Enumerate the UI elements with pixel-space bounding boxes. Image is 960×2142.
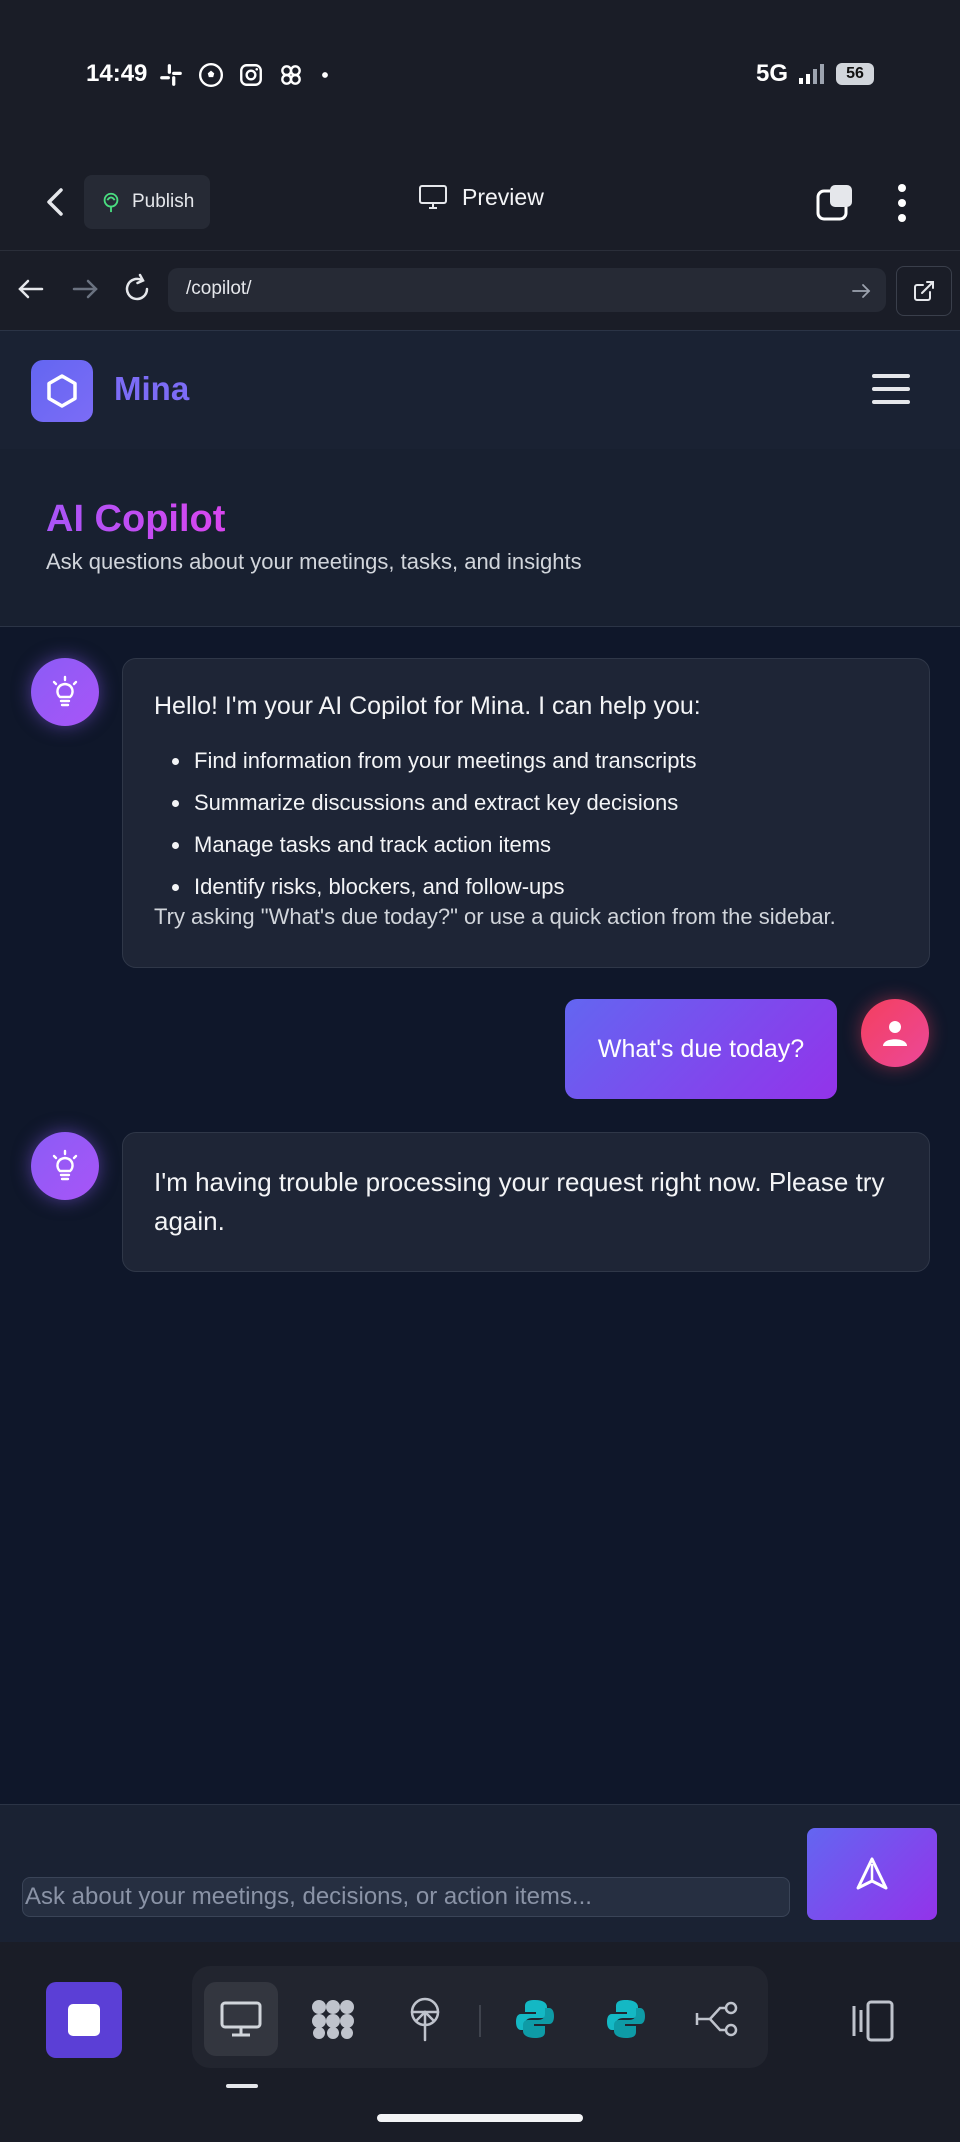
user-message: What's due today? [565,999,837,1099]
page-subtitle: Ask questions about your meetings, tasks… [46,549,582,574]
more-options-icon[interactable] [888,180,916,226]
bot-avatar [31,658,99,726]
brand-name[interactable]: Mina [114,370,189,408]
user-icon [883,1021,907,1046]
publish-label: Publish [132,191,195,212]
instagram-icon [240,64,262,86]
slack-icon [160,64,182,86]
status-time: 14:49 [86,60,148,87]
dock-apps-button[interactable] [296,1982,370,2056]
status-right: 5G 56 [756,60,874,88]
threads-icon [281,65,301,85]
lightbulb-icon [52,675,78,707]
publish-button[interactable]: Publish [84,175,211,229]
open-external-button[interactable] [896,266,952,316]
external-link-icon [914,281,934,301]
send-icon [856,1857,888,1890]
url-field[interactable] [168,268,886,312]
list-item: Identify risks, blockers, and follow-ups [192,866,952,908]
signal-icon [799,64,824,84]
reload-icon[interactable] [120,272,154,306]
apps-grid-icon [312,2000,354,2039]
soccer-icon [198,62,224,88]
monitor-icon [419,185,447,209]
dock-workflow-button[interactable] [680,1982,754,2056]
stop-button[interactable] [46,1982,122,2058]
active-tab-indicator [226,2084,258,2088]
page-title: AI Copilot [46,498,226,540]
send-button[interactable] [807,1828,937,1920]
list-item: Manage tasks and track action items [192,824,952,866]
preview-label: Preview [462,183,544,210]
battery-indicator: 56 [836,63,874,85]
python-icon [516,2000,554,2038]
hexagon-icon [47,374,77,408]
home-indicator[interactable] [377,2114,583,2122]
dock-python-button-1[interactable] [498,1982,572,2056]
back-arrow-icon[interactable] [36,182,76,222]
tabs-icon[interactable] [816,183,856,223]
go-arrow-icon[interactable] [850,280,872,302]
welcome-footer: Try asking "What's due today?" or use a … [154,904,836,929]
browser-back-icon[interactable] [14,272,48,306]
dock-preview-button[interactable] [204,1982,278,2056]
list-item: Summarize discussions and extract key de… [192,782,952,824]
user-avatar [861,999,929,1067]
python-icon [607,2000,645,2038]
deploy-icon [410,1997,440,2042]
workflow-icon [695,2001,738,2037]
network-label: 5G [755,60,788,87]
hamburger-menu-icon[interactable] [872,374,910,406]
publish-icon [103,192,119,213]
dock-separator [479,2005,481,2037]
chat-input[interactable] [22,1877,790,1917]
dock-python-button-2[interactable] [589,1982,663,2056]
lightbulb-icon [52,1149,78,1181]
browser-forward-icon[interactable] [68,272,102,306]
bot-avatar [31,1132,99,1200]
split-view-icon[interactable] [848,1996,898,2046]
url-text[interactable]: /copilot/ [186,278,251,300]
list-item: Find information from your meetings and … [192,740,952,782]
preview-toggle[interactable]: Preview [418,183,544,211]
notification-icons [158,62,332,88]
dock-deploy-button[interactable] [388,1982,462,2056]
welcome-title: Hello! I'm your AI Copilot for Mina. I c… [154,692,701,720]
more-notifications-icon [322,72,328,78]
brand-logo[interactable] [31,360,93,422]
error-reply-text: I'm having trouble processing your reque… [154,1167,885,1236]
monitor-icon [220,2001,262,2037]
stop-icon [68,2004,100,2036]
welcome-capabilities-list: Find information from your meetings and … [154,740,952,908]
